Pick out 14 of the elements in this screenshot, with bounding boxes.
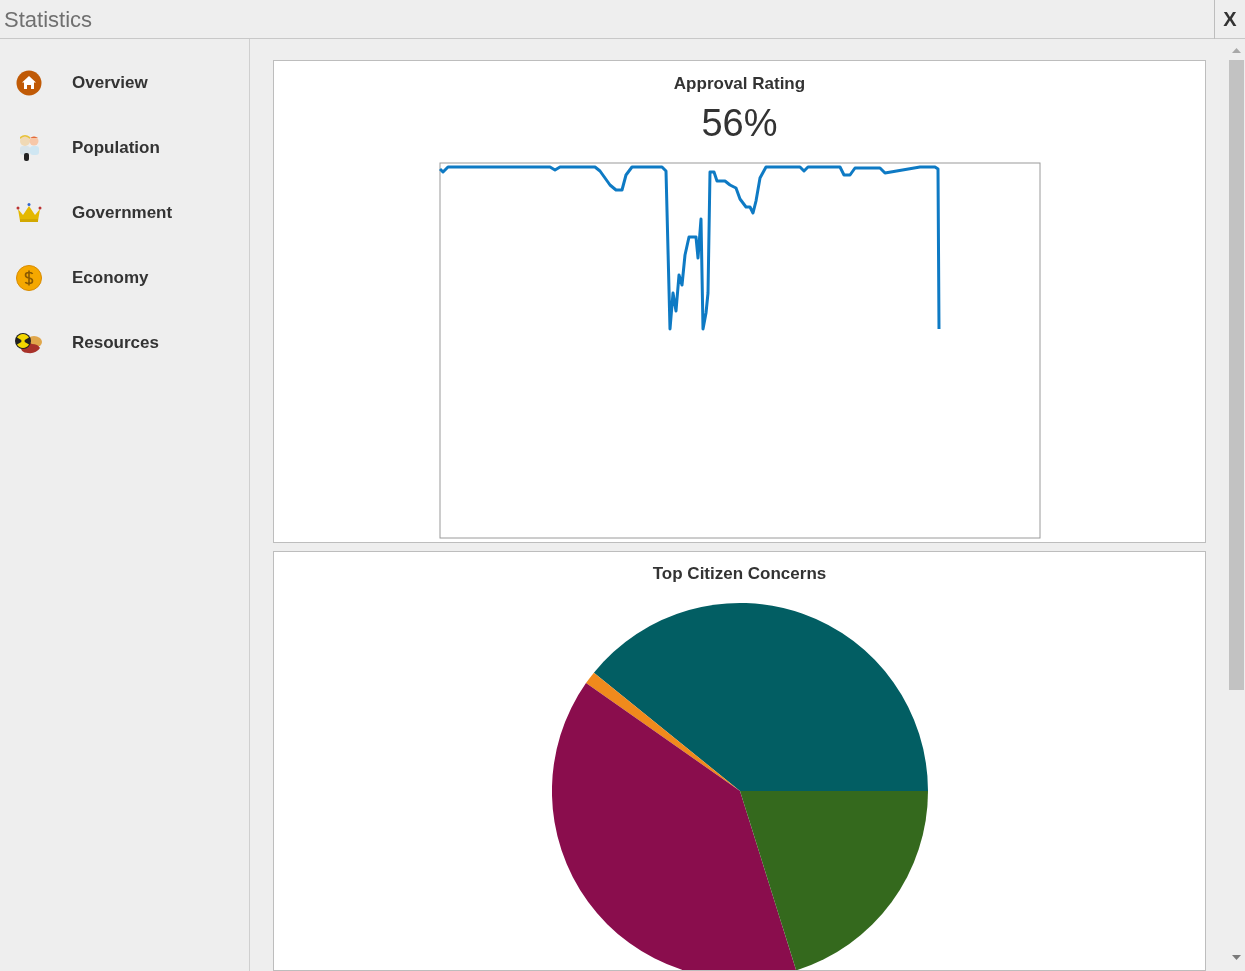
home-icon xyxy=(15,69,42,96)
panel-title: Approval Rating xyxy=(673,73,806,95)
sidebar-item[interactable]: Overview xyxy=(0,50,249,115)
sidebar-item[interactable]: Population xyxy=(0,115,249,180)
panel-title: Top Citizen Concerns xyxy=(652,563,827,585)
sidebar-item[interactable]: Resources xyxy=(0,310,249,375)
approval-value: 56% xyxy=(701,100,778,145)
resources-icon xyxy=(13,331,44,354)
close-button[interactable]: X xyxy=(1214,0,1245,39)
sidebar-item[interactable]: Economy xyxy=(0,245,249,310)
sidebar-item[interactable]: Government xyxy=(0,180,249,245)
crown-icon xyxy=(15,201,42,224)
dollar-coin-icon xyxy=(15,264,42,291)
window-title: Statistics xyxy=(3,5,94,34)
